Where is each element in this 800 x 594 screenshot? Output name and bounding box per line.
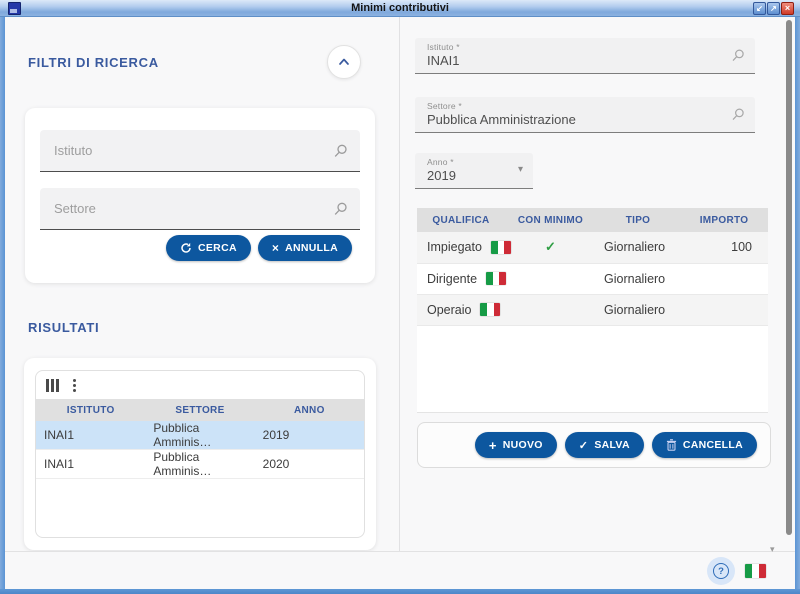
cell-anno: 2020 bbox=[255, 450, 364, 479]
cell-istituto: INAI1 bbox=[36, 450, 145, 479]
search-icon[interactable] bbox=[730, 107, 745, 122]
istituto-filter-field bbox=[40, 130, 360, 172]
results-card: ISTITUTO SETTORE ANNO INAI1 Pubblica Amm… bbox=[24, 358, 376, 550]
istituto-value: INAI1 bbox=[427, 53, 460, 68]
salva-button[interactable]: ✓ SALVA bbox=[565, 432, 644, 458]
qualifica-row-dirigente[interactable]: Dirigente Giornaliero bbox=[417, 263, 768, 294]
salva-label: SALVA bbox=[594, 439, 630, 451]
cerca-button[interactable]: CERCA bbox=[166, 235, 251, 261]
con-minimo-cell bbox=[505, 263, 596, 294]
qualifica-row-operaio[interactable]: Operaio Giornaliero bbox=[417, 294, 768, 325]
minimize-icon: ↙ bbox=[756, 3, 763, 14]
results-toolbar bbox=[36, 371, 364, 399]
tipo-text: Giornaliero bbox=[596, 263, 680, 294]
tipo-text: Giornaliero bbox=[596, 232, 680, 263]
titlebar: Minimi contributivi ↙ ↗ × bbox=[0, 0, 800, 17]
collapse-filters-button[interactable] bbox=[327, 45, 361, 79]
window-title: Minimi contributivi bbox=[0, 0, 800, 16]
qualifica-text: Operaio bbox=[427, 303, 471, 317]
plus-icon: + bbox=[489, 438, 497, 453]
results-heading: RISULTATI bbox=[28, 320, 99, 335]
check-icon: ✓ bbox=[579, 439, 589, 452]
filter-card: CERCA × ANNULLA bbox=[25, 108, 375, 283]
istituto-filter-input[interactable] bbox=[54, 130, 324, 170]
italy-flag-icon bbox=[491, 241, 511, 254]
results-row-2019[interactable]: INAI1 Pubblica Amminis… 2019 bbox=[36, 421, 364, 450]
help-icon: ? bbox=[713, 563, 729, 579]
qualifica-text: Impiegato bbox=[427, 240, 482, 254]
results-grid: ISTITUTO SETTORE ANNO INAI1 Pubblica Amm… bbox=[35, 370, 365, 538]
anno-select[interactable]: Anno * 2019 ▾ bbox=[415, 153, 533, 189]
panel-divider bbox=[399, 17, 400, 589]
close-button[interactable]: × bbox=[781, 2, 794, 15]
qualifiche-table: QUALIFICA CON MINIMO TIPO IMPORTO Impieg… bbox=[417, 208, 768, 413]
qualifica-text: Dirigente bbox=[427, 272, 477, 286]
settore-filter-input[interactable] bbox=[54, 188, 324, 228]
results-col-anno[interactable]: ANNO bbox=[255, 399, 364, 421]
footer-bar: ? bbox=[5, 551, 795, 589]
search-icon[interactable] bbox=[730, 48, 745, 63]
importo-text bbox=[680, 263, 768, 294]
cancella-label: CANCELLA bbox=[683, 439, 743, 451]
importo-text: 100 bbox=[680, 232, 768, 263]
help-button[interactable]: ? bbox=[707, 557, 735, 585]
istituto-label: Istituto * bbox=[427, 42, 460, 52]
cancella-button[interactable]: CANCELLA bbox=[652, 432, 757, 458]
cell-settore: Pubblica Amminis… bbox=[145, 450, 254, 479]
filters-heading: FILTRI DI RICERCA bbox=[28, 55, 159, 70]
qualifica-row-impiegato[interactable]: Impiegato ✓ Giornaliero 100 bbox=[417, 232, 768, 263]
col-tipo[interactable]: TIPO bbox=[596, 208, 680, 232]
annulla-label: ANNULLA bbox=[285, 242, 338, 254]
italy-flag-icon bbox=[480, 303, 500, 316]
settore-filter-field bbox=[40, 188, 360, 230]
trash-icon bbox=[666, 439, 677, 451]
anno-value: 2019 bbox=[427, 168, 456, 183]
settore-value: Pubblica Amministrazione bbox=[427, 112, 576, 127]
cross-icon: × bbox=[272, 241, 279, 255]
language-flag-italy[interactable] bbox=[745, 564, 766, 578]
app-window: Minimi contributivi ↙ ↗ × FILTRI DI RICE… bbox=[0, 0, 800, 594]
results-row-2020[interactable]: INAI1 Pubblica Amminis… 2020 bbox=[36, 450, 364, 479]
anno-label: Anno * bbox=[427, 157, 454, 167]
tipo-text: Giornaliero bbox=[596, 294, 680, 325]
columns-icon[interactable] bbox=[46, 379, 59, 392]
settore-label: Settore * bbox=[427, 101, 462, 111]
importo-text bbox=[680, 294, 768, 325]
search-icon[interactable] bbox=[332, 143, 348, 159]
col-qualifica[interactable]: QUALIFICA bbox=[417, 208, 505, 232]
search-icon[interactable] bbox=[332, 201, 348, 217]
window-border-bottom bbox=[0, 589, 800, 594]
actions-toolbar: + NUOVO ✓ SALVA CANCELLA bbox=[417, 422, 771, 468]
con-minimo-cell bbox=[505, 294, 596, 325]
nuovo-label: NUOVO bbox=[503, 439, 543, 451]
window-border-right bbox=[795, 17, 800, 594]
results-col-settore[interactable]: SETTORE bbox=[145, 399, 254, 421]
nuovo-button[interactable]: + NUOVO bbox=[475, 432, 557, 458]
istituto-detail-field[interactable]: Istituto * INAI1 bbox=[415, 38, 755, 74]
col-importo[interactable]: IMPORTO bbox=[680, 208, 768, 232]
maximize-icon: ↗ bbox=[770, 3, 777, 14]
check-icon: ✓ bbox=[505, 232, 596, 263]
cell-settore: Pubblica Amminis… bbox=[145, 421, 254, 450]
annulla-button[interactable]: × ANNULLA bbox=[258, 235, 352, 261]
italy-flag-icon bbox=[486, 272, 506, 285]
cell-anno: 2019 bbox=[255, 421, 364, 450]
results-col-istituto[interactable]: ISTITUTO bbox=[36, 399, 145, 421]
maximize-button[interactable]: ↗ bbox=[767, 2, 780, 15]
cell-istituto: INAI1 bbox=[36, 421, 145, 450]
refresh-icon bbox=[180, 242, 192, 254]
cerca-label: CERCA bbox=[198, 242, 237, 254]
scroll-down-icon[interactable]: ▾ bbox=[770, 544, 775, 555]
chevron-up-icon bbox=[336, 54, 352, 70]
kebab-menu-icon[interactable] bbox=[71, 377, 78, 394]
col-con-minimo[interactable]: CON MINIMO bbox=[505, 208, 596, 232]
settore-detail-field[interactable]: Settore * Pubblica Amministrazione bbox=[415, 97, 755, 133]
content-area: FILTRI DI RICERCA bbox=[5, 17, 795, 589]
minimize-button[interactable]: ↙ bbox=[753, 2, 766, 15]
dropdown-caret-icon: ▾ bbox=[518, 164, 523, 175]
close-icon: × bbox=[785, 3, 790, 14]
scrollbar-thumb[interactable] bbox=[786, 20, 792, 535]
